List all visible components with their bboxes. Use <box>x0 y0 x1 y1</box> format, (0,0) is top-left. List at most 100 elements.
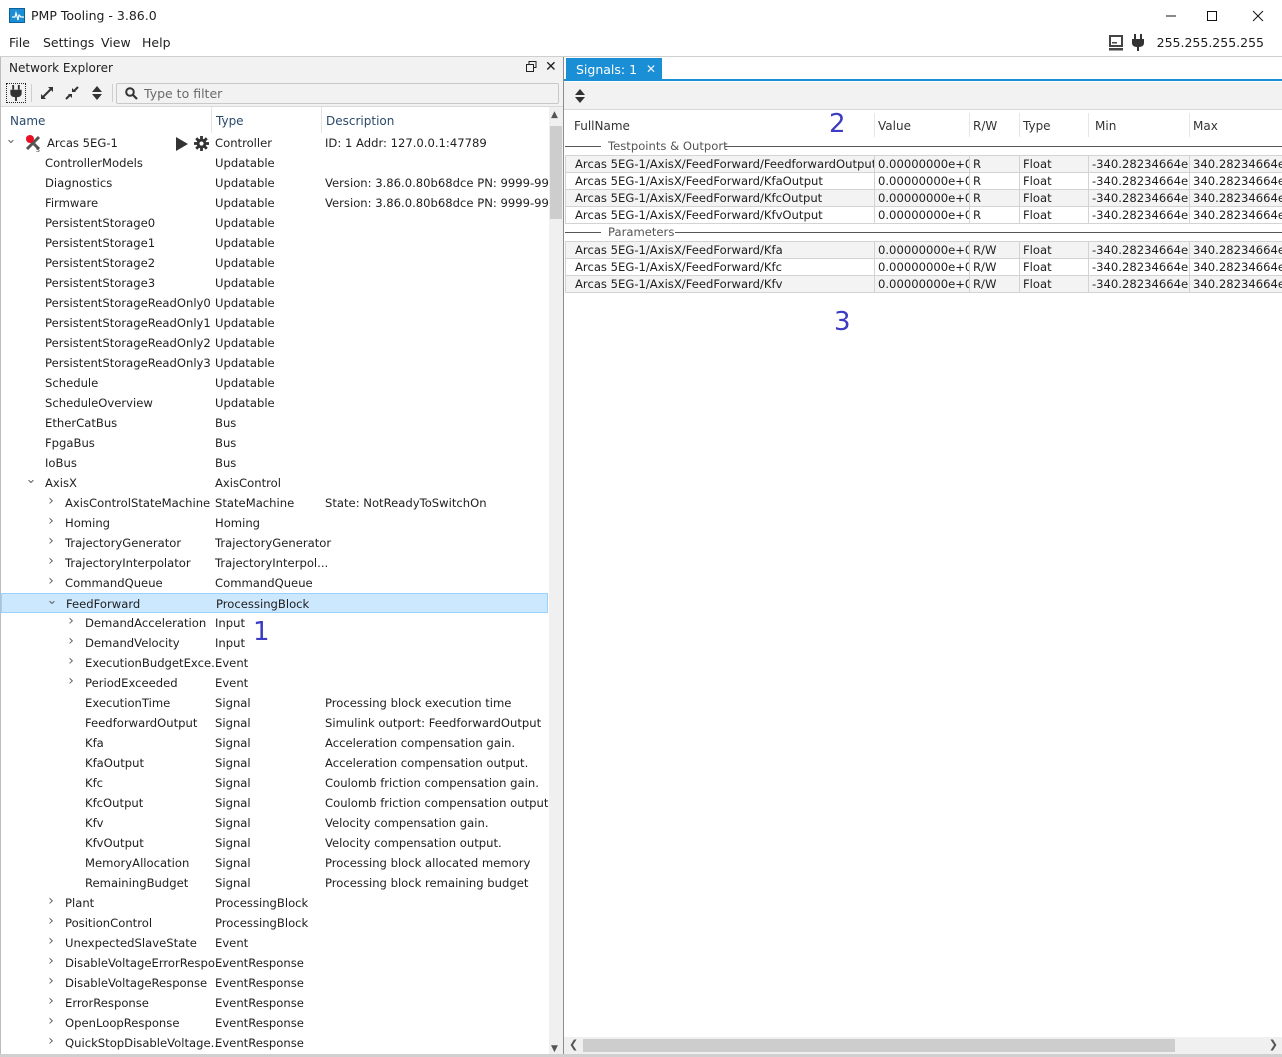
maximize-button[interactable] <box>1189 0 1235 32</box>
expand-all-button[interactable] <box>37 83 57 103</box>
collapse-all-button[interactable] <box>62 83 82 103</box>
tree-row[interactable]: IoBus Bus <box>1 453 548 473</box>
tree-row[interactable]: PersistentStorage2 Updatable <box>1 253 548 273</box>
chevron-right-icon[interactable]: › <box>45 913 57 929</box>
chevron-right-icon[interactable]: › <box>45 573 57 589</box>
column-separator[interactable] <box>321 107 322 133</box>
scroll-left-icon[interactable]: ❮ <box>569 1038 578 1051</box>
chevron-right-icon[interactable]: › <box>45 553 57 569</box>
column-separator[interactable] <box>874 113 875 137</box>
signal-row[interactable]: Arcas 5EG-1/AxisX/FeedForward/Feedforwar… <box>565 155 1282 173</box>
chevron-right-icon[interactable]: › <box>65 673 77 689</box>
tree-row[interactable]: › QuickStopDisableVoltage... EventResponse <box>1 1033 548 1053</box>
menu-help[interactable]: Help <box>142 35 171 50</box>
tree-row[interactable]: KfaOutput Signal Acceleration compensation… <box>1 753 548 773</box>
column-header-fullname[interactable]: FullName <box>574 119 630 133</box>
column-header-max[interactable]: Max <box>1193 119 1218 133</box>
scrollbar-thumb[interactable] <box>550 126 562 219</box>
cell-value[interactable]: 0.00000000e+000 <box>875 276 970 293</box>
float-window-icon[interactable] <box>526 61 537 72</box>
tree-row[interactable]: ⌄ FeedForward ProcessingBlock <box>1 593 548 613</box>
scrollbar-thumb[interactable] <box>583 1039 1175 1052</box>
column-header-type[interactable]: Type <box>1023 119 1051 133</box>
tree-row[interactable]: › DemandVelocity Input <box>1 633 548 653</box>
scroll-down-icon[interactable]: ▼ <box>551 1044 558 1054</box>
tree-row[interactable]: › Plant ProcessingBlock <box>1 893 548 913</box>
scroll-up-icon[interactable]: ▲ <box>551 110 558 120</box>
tree-row[interactable]: KfvOutput Signal Velocity compensation out… <box>1 833 548 853</box>
tree-row[interactable]: PersistentStorageReadOnly2 Updatable <box>1 333 548 353</box>
chevron-down-icon[interactable]: ⌄ <box>46 593 58 608</box>
tree-row[interactable]: EtherCatBus Bus <box>1 413 548 433</box>
close-tab-icon[interactable]: ✕ <box>646 62 656 76</box>
tree-row[interactable]: MemoryAllocation Signal Processing block a… <box>1 853 548 873</box>
tree-row[interactable]: › DisableVoltageResponse EventResponse <box>1 973 548 993</box>
close-window-button[interactable] <box>1235 0 1281 32</box>
chevron-right-icon[interactable]: › <box>45 513 57 529</box>
signal-row[interactable]: Arcas 5EG-1/AxisX/FeedForward/Kfa 0.00000… <box>565 241 1282 259</box>
tree-row[interactable]: › TrajectoryInterpolator TrajectoryInterpo… <box>1 553 548 573</box>
tree-row[interactable]: PersistentStorage1 Updatable <box>1 233 548 253</box>
filter-input[interactable] <box>144 85 544 102</box>
menu-view[interactable]: View <box>101 35 131 50</box>
column-header-name[interactable]: Name <box>10 114 45 128</box>
cell-value[interactable]: 0.00000000e+000 <box>875 242 970 259</box>
signal-row[interactable]: Arcas 5EG-1/AxisX/FeedForward/Kfv 0.00000… <box>565 275 1282 293</box>
tree-row[interactable]: › TrajectoryGenerator TrajectoryGenerator <box>1 533 548 553</box>
column-separator[interactable] <box>1019 113 1020 137</box>
menu-settings[interactable]: Settings <box>43 35 94 50</box>
monitor-icon[interactable] <box>1108 34 1123 51</box>
chevron-right-icon[interactable]: › <box>65 613 77 629</box>
signal-row[interactable]: Arcas 5EG-1/AxisX/FeedForward/KfcOutput 0… <box>565 189 1282 207</box>
tree-row[interactable]: › ErrorResponse EventResponse <box>1 993 548 1013</box>
column-separator[interactable] <box>211 107 212 133</box>
tree-row[interactable]: KfcOutput Signal Coulomb friction compensa… <box>1 793 549 813</box>
column-separator[interactable] <box>969 113 970 137</box>
tree-row[interactable]: Kfa Signal Acceleration compensation gain. <box>1 733 548 753</box>
connect-button[interactable] <box>6 83 26 103</box>
tree-row[interactable]: › PositionControl ProcessingBlock <box>1 913 548 933</box>
tree-row[interactable]: › AxisControlStateMachine StateMachine Stat… <box>1 493 548 513</box>
chevron-down-icon[interactable]: ⌄ <box>25 472 37 487</box>
chevron-right-icon[interactable]: › <box>65 633 77 649</box>
signal-row[interactable]: Arcas 5EG-1/AxisX/FeedForward/Kfc 0.00000… <box>565 258 1282 276</box>
column-header-description[interactable]: Description <box>326 114 394 128</box>
cell-value[interactable]: 0.00000000e+000 <box>875 156 970 173</box>
minimize-button[interactable] <box>1148 0 1194 32</box>
tree-row[interactable]: ⌄ AxisX AxisControl <box>1 472 548 493</box>
scroll-right-icon[interactable]: ❯ <box>1269 1038 1278 1051</box>
chevron-right-icon[interactable]: › <box>45 973 57 989</box>
tree-row[interactable]: Firmware Updatable Version: 3.86.0.80b68dc… <box>1 193 549 213</box>
cell-value[interactable]: 0.00000000e+000 <box>875 207 970 224</box>
tree-row[interactable]: › Homing Homing <box>1 513 548 533</box>
tree-row[interactable]: › DisableVoltageErrorRespo... EventRespons… <box>1 953 548 973</box>
tab-signals[interactable]: Signals: 1 ✕ <box>566 58 662 80</box>
tree-row[interactable]: Diagnostics Updatable Version: 3.86.0.80b6… <box>1 173 549 193</box>
column-separator[interactable] <box>1189 113 1190 137</box>
gear-icon[interactable] <box>194 136 209 151</box>
tree-row[interactable]: › DemandAcceleration Input <box>1 613 548 633</box>
tree-row[interactable]: PersistentStorage3 Updatable <box>1 273 548 293</box>
chevron-right-icon[interactable]: › <box>45 953 57 969</box>
plug-icon[interactable] <box>1131 34 1145 51</box>
sort-icon[interactable] <box>574 88 586 104</box>
column-header-value[interactable]: Value <box>878 119 911 133</box>
tree-row[interactable]: Kfc Signal Coulomb friction compensation g… <box>1 773 548 793</box>
column-header-type[interactable]: Type <box>216 114 244 128</box>
signal-row[interactable]: Arcas 5EG-1/AxisX/FeedForward/KfvOutput 0… <box>565 206 1282 224</box>
tree-row[interactable]: ScheduleOverview Updatable <box>1 393 548 413</box>
chevron-right-icon[interactable]: › <box>45 533 57 549</box>
cell-value[interactable]: 0.00000000e+000 <box>875 259 970 276</box>
chevron-right-icon[interactable]: › <box>45 993 57 1009</box>
chevron-right-icon[interactable]: › <box>65 653 77 669</box>
column-header-rw[interactable]: R/W <box>973 119 997 133</box>
tree-vertical-scrollbar[interactable]: ▲ ▼ <box>549 107 563 1057</box>
chevron-right-icon[interactable]: › <box>45 1033 57 1049</box>
tree-row[interactable]: Kfv Signal Velocity compensation gain. <box>1 813 548 833</box>
tree-row[interactable]: FpgaBus Bus <box>1 433 548 453</box>
tree-row[interactable]: › OpenLoopResponse EventResponse <box>1 1013 548 1033</box>
tree-row[interactable]: › UnexpectedSlaveState Event <box>1 933 548 953</box>
tree-row[interactable]: ExecutionTime Signal Processing block exec… <box>1 693 548 713</box>
tree-row[interactable]: PersistentStorageReadOnly3 Updatable <box>1 353 548 373</box>
close-panel-icon[interactable]: ✕ <box>545 59 557 75</box>
